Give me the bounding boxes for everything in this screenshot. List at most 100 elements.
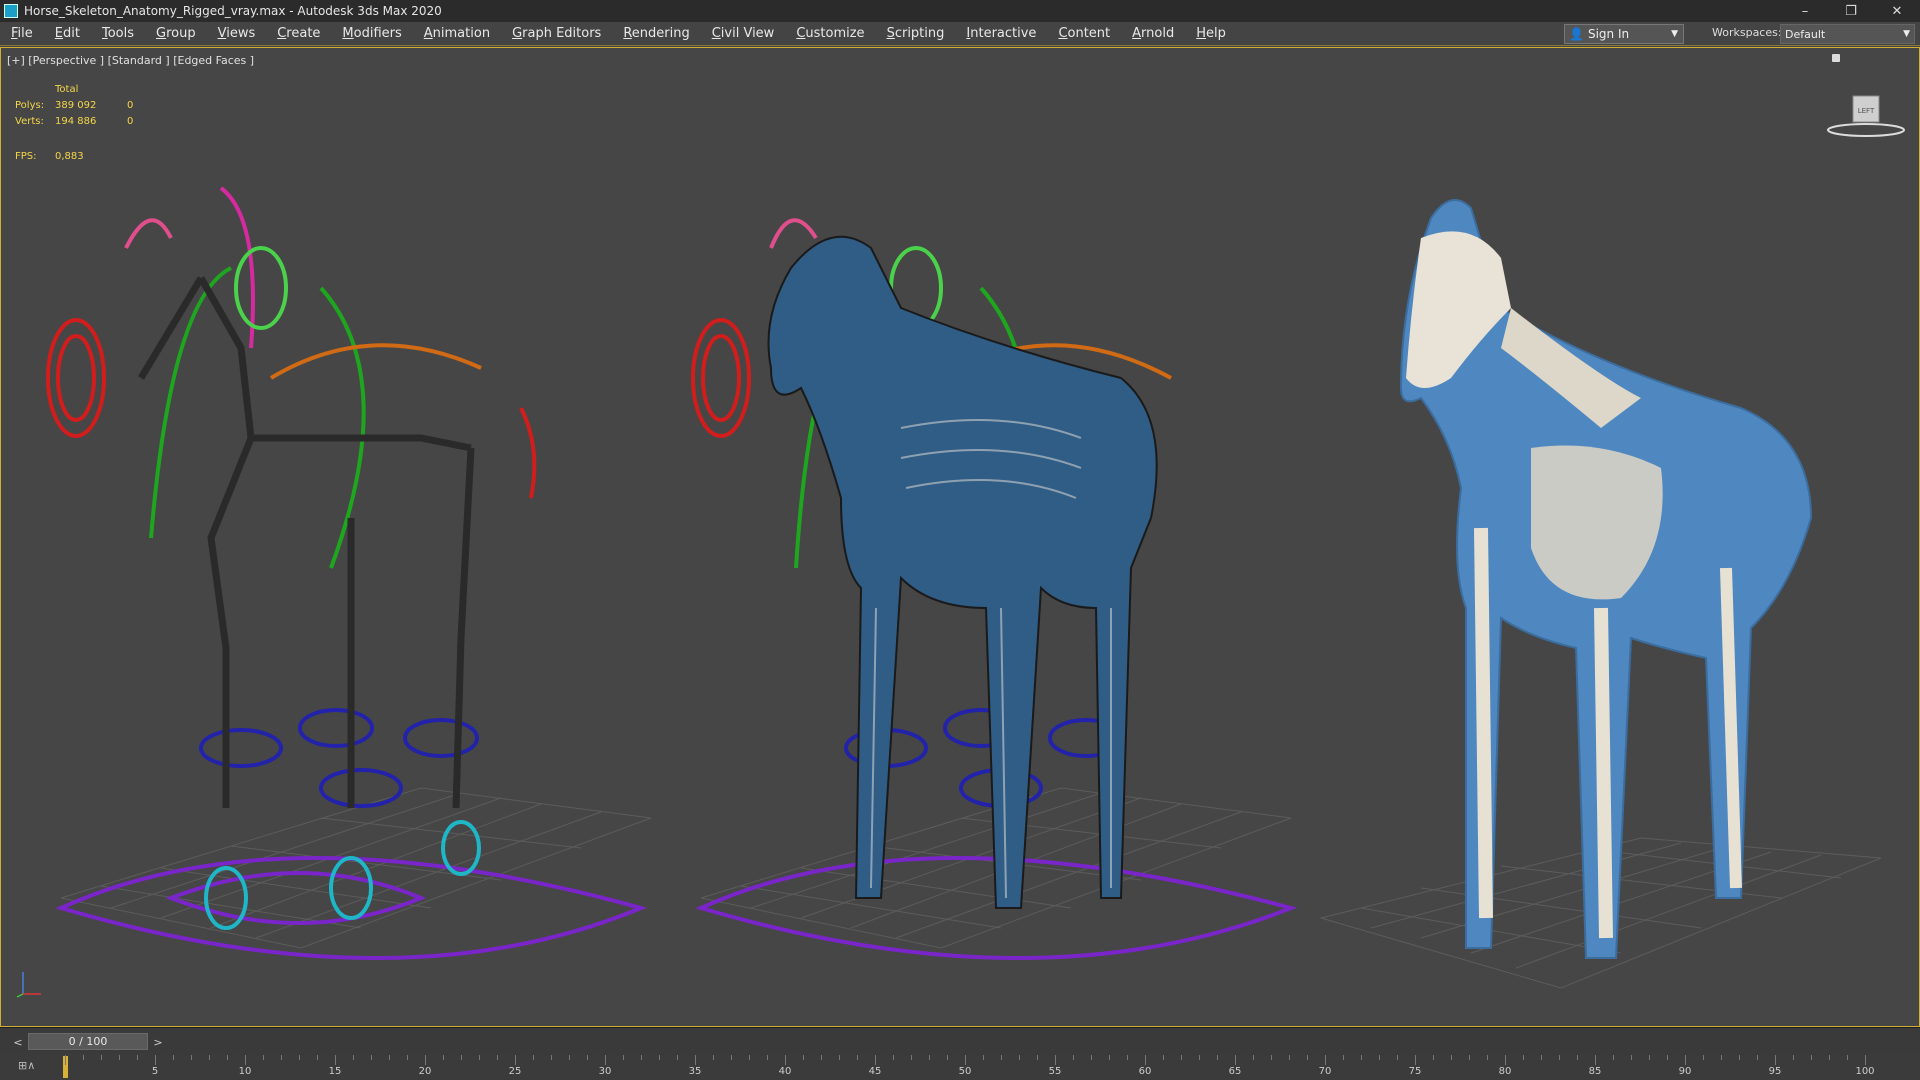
scene-render[interactable] bbox=[1, 48, 1920, 1027]
frame-tick bbox=[785, 1055, 786, 1065]
frame-tick bbox=[461, 1055, 462, 1060]
menu-scripting[interactable]: Scripting bbox=[876, 26, 956, 41]
menu-views[interactable]: Views bbox=[207, 26, 267, 41]
frame-tick bbox=[389, 1055, 390, 1060]
frame-tick bbox=[1847, 1055, 1848, 1060]
time-slider-bar: < 0 / 100 > bbox=[0, 1027, 1920, 1053]
menu-arnold[interactable]: Arnold bbox=[1121, 26, 1185, 41]
frame-tick bbox=[1037, 1055, 1038, 1060]
frame-label: 5 bbox=[151, 1066, 159, 1077]
minimize-button[interactable]: – bbox=[1782, 0, 1828, 22]
viewport-label[interactable]: [+] [Perspective ] [Standard ] [Edged Fa… bbox=[7, 54, 254, 67]
workspaces-label: Workspaces: bbox=[1712, 26, 1782, 39]
close-button[interactable]: ✕ bbox=[1874, 0, 1920, 22]
frame-tick bbox=[677, 1055, 678, 1060]
frame-tick bbox=[533, 1055, 534, 1060]
perspective-viewport[interactable]: [+] [Perspective ] [Standard ] [Edged Fa… bbox=[0, 47, 1920, 1027]
frame-tick bbox=[1415, 1055, 1416, 1065]
frame-label: 80 bbox=[1498, 1066, 1512, 1077]
frame-tick bbox=[1325, 1055, 1326, 1065]
frame-tick bbox=[1469, 1055, 1470, 1060]
frame-tick bbox=[731, 1055, 732, 1060]
frame-tick bbox=[1757, 1055, 1758, 1060]
menu-civil-view[interactable]: Civil View bbox=[701, 26, 786, 41]
time-next-button[interactable]: > bbox=[150, 1035, 166, 1049]
frame-tick bbox=[1649, 1055, 1650, 1060]
frame-tick bbox=[1127, 1055, 1128, 1060]
frame-tick bbox=[497, 1055, 498, 1060]
frame-tick bbox=[1289, 1055, 1290, 1060]
frame-tick bbox=[1865, 1055, 1866, 1065]
menu-content[interactable]: Content bbox=[1047, 26, 1121, 41]
frame-tick bbox=[893, 1055, 894, 1060]
restore-button[interactable]: ❐ bbox=[1828, 0, 1874, 22]
frame-tick bbox=[425, 1055, 426, 1065]
fps-value: 0,883 bbox=[55, 151, 84, 162]
frame-tick bbox=[1019, 1055, 1020, 1060]
curve-editor-toggle-icon[interactable]: ⊞∧ bbox=[18, 1059, 35, 1072]
lock-icon[interactable] bbox=[1832, 54, 1840, 62]
frame-tick bbox=[1253, 1055, 1254, 1060]
menu-tools[interactable]: Tools bbox=[91, 26, 145, 41]
verts-label: Verts: bbox=[15, 116, 44, 127]
menu-help[interactable]: Help bbox=[1185, 26, 1237, 41]
frame-label: 75 bbox=[1408, 1066, 1422, 1077]
menu-interactive[interactable]: Interactive bbox=[955, 26, 1047, 41]
menu-rendering[interactable]: Rendering bbox=[612, 26, 700, 41]
frame-tick bbox=[1613, 1055, 1614, 1060]
frame-tick bbox=[353, 1055, 354, 1060]
viewcube[interactable]: LEFT bbox=[1823, 82, 1909, 142]
menu-create[interactable]: Create bbox=[266, 26, 331, 41]
time-slider[interactable]: 0 / 100 bbox=[28, 1033, 148, 1050]
frame-tick bbox=[1001, 1055, 1002, 1060]
menu-edit[interactable]: Edit bbox=[44, 26, 91, 41]
stats-header: Total bbox=[55, 84, 79, 95]
menu-group[interactable]: Group bbox=[145, 26, 207, 41]
workspaces-select[interactable]: Default ▼ bbox=[1780, 24, 1915, 44]
menu-customize[interactable]: Customize bbox=[785, 26, 875, 41]
frame-tick bbox=[1307, 1055, 1308, 1060]
frame-tick bbox=[191, 1055, 192, 1060]
frame-label: 30 bbox=[598, 1066, 612, 1077]
frame-label: 95 bbox=[1768, 1066, 1782, 1077]
frame-tick bbox=[1091, 1055, 1092, 1060]
rig-left bbox=[46, 186, 648, 960]
frame-tick bbox=[65, 1055, 66, 1065]
frame-tick bbox=[83, 1055, 84, 1060]
frame-tick bbox=[1595, 1055, 1596, 1065]
frame-label: 100 bbox=[1855, 1066, 1875, 1077]
time-prev-button[interactable]: < bbox=[10, 1035, 26, 1049]
frame-tick bbox=[551, 1055, 552, 1060]
frame-label: 50 bbox=[958, 1066, 972, 1077]
frame-tick bbox=[713, 1055, 714, 1060]
frame-label: 65 bbox=[1228, 1066, 1242, 1077]
frame-tick bbox=[443, 1055, 444, 1060]
fps-label: FPS: bbox=[15, 151, 37, 162]
frame-label: 40 bbox=[778, 1066, 792, 1077]
menu-file[interactable]: File bbox=[0, 26, 44, 41]
frame-tick bbox=[1181, 1055, 1182, 1060]
frame-label: 45 bbox=[868, 1066, 882, 1077]
frame-tick bbox=[245, 1055, 246, 1065]
sign-in-dropdown[interactable]: 👤 Sign In ▼ bbox=[1564, 24, 1684, 44]
frame-label: 25 bbox=[508, 1066, 522, 1077]
menu-animation[interactable]: Animation bbox=[413, 26, 501, 41]
frame-tick bbox=[587, 1055, 588, 1060]
frame-tick bbox=[119, 1055, 120, 1060]
verts-selected: 0 bbox=[127, 116, 134, 127]
frame-tick bbox=[1433, 1055, 1434, 1060]
app-icon bbox=[4, 4, 18, 18]
frame-tick bbox=[1163, 1055, 1164, 1060]
menu-modifiers[interactable]: Modifiers bbox=[331, 26, 412, 41]
frame-tick bbox=[515, 1055, 516, 1065]
frame-tick bbox=[1109, 1055, 1110, 1060]
frame-tick bbox=[605, 1055, 606, 1065]
bones-left bbox=[137, 276, 475, 809]
title-bar: Horse_Skeleton_Anatomy_Rigged_vray.max -… bbox=[0, 0, 1920, 22]
user-icon: 👤 bbox=[1569, 27, 1584, 41]
frame-tick bbox=[263, 1055, 264, 1060]
frame-tick bbox=[1487, 1055, 1488, 1060]
frame-tick bbox=[965, 1055, 966, 1065]
track-bar[interactable]: ⊞∧ 5 10 15 20 25 30 35 40 45 50 55 60 65 70 75 80 85 90 95… bbox=[0, 1053, 1920, 1080]
menu-graph-editors[interactable]: Graph Editors bbox=[501, 26, 612, 41]
